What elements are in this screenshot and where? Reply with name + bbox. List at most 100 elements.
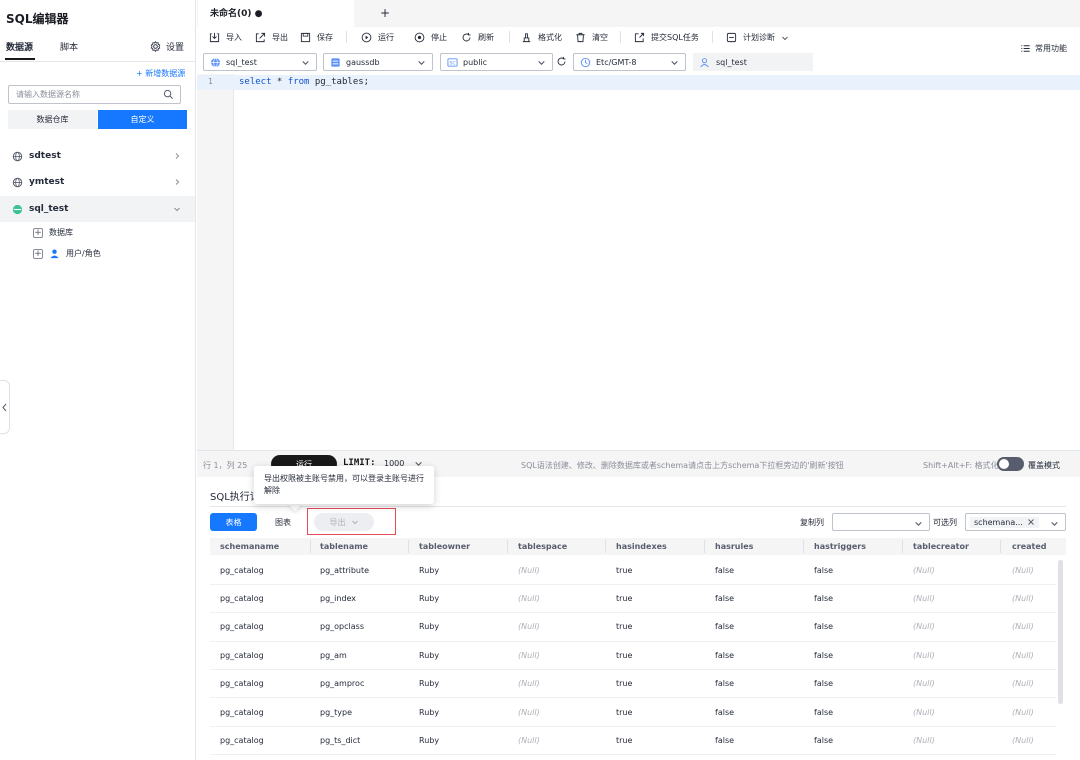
table-cell[interactable]: (Null) bbox=[913, 679, 935, 688]
column-header[interactable]: hasrules bbox=[715, 542, 753, 551]
column-resizer[interactable] bbox=[310, 540, 311, 553]
view-table-button[interactable]: 表格 bbox=[210, 513, 257, 531]
datasource-search-input[interactable] bbox=[9, 86, 159, 103]
table-cell[interactable]: (Null) bbox=[518, 679, 540, 688]
datasource-search[interactable] bbox=[8, 85, 181, 104]
table-cell[interactable]: pg_index bbox=[320, 594, 356, 603]
table-cell[interactable]: false bbox=[715, 622, 734, 631]
column-resizer[interactable] bbox=[507, 540, 508, 553]
table-cell[interactable]: true bbox=[616, 736, 632, 745]
table-cell[interactable]: (Null) bbox=[1012, 679, 1034, 688]
column-resizer[interactable] bbox=[803, 540, 804, 553]
expand-icon[interactable]: + bbox=[33, 248, 43, 259]
table-cell[interactable]: (Null) bbox=[913, 622, 935, 631]
schema-select[interactable]: SC public bbox=[440, 53, 553, 71]
table-cell[interactable]: false bbox=[814, 679, 833, 688]
column-header[interactable]: tablecreator bbox=[913, 542, 969, 551]
column-resizer[interactable] bbox=[1000, 540, 1001, 553]
optional-column-select[interactable]: schemana... bbox=[965, 513, 1066, 531]
table-cell[interactable]: (Null) bbox=[913, 736, 935, 745]
tab-script[interactable]: 脚本 bbox=[60, 40, 78, 53]
format-button[interactable]: 格式化 bbox=[521, 32, 562, 43]
import-button[interactable]: 导入 bbox=[209, 32, 242, 43]
user-select[interactable]: sql_test bbox=[693, 53, 813, 71]
datasource-item-sdtest[interactable]: sdtest bbox=[0, 143, 195, 169]
table-cell[interactable]: false bbox=[814, 566, 833, 575]
table-cell[interactable]: (Null) bbox=[1012, 708, 1034, 717]
table-cell[interactable]: pg_catalog bbox=[220, 566, 264, 575]
tree-item-users-roles[interactable]: + 用户/角色 bbox=[33, 248, 101, 259]
run-toolbar-button[interactable]: 运行 bbox=[361, 32, 394, 43]
table-cell[interactable]: false bbox=[814, 594, 833, 603]
sidebar-collapse-handle[interactable] bbox=[0, 380, 10, 434]
table-cell[interactable]: Ruby bbox=[419, 622, 439, 631]
table-cell[interactable]: true bbox=[616, 594, 632, 603]
table-cell[interactable]: Ruby bbox=[419, 736, 439, 745]
settings-button[interactable]: 设置 bbox=[150, 40, 184, 53]
table-cell[interactable]: pg_catalog bbox=[220, 622, 264, 631]
column-header[interactable]: tablespace bbox=[518, 542, 567, 551]
common-functions-button[interactable]: 常用功能 bbox=[1020, 43, 1067, 54]
table-cell[interactable]: (Null) bbox=[913, 566, 935, 575]
table-cell[interactable]: pg_am bbox=[320, 651, 347, 660]
table-cell[interactable]: pg_attribute bbox=[320, 566, 369, 575]
table-cell[interactable]: pg_opclass bbox=[320, 622, 364, 631]
table-cell[interactable]: false bbox=[715, 594, 734, 603]
save-button[interactable]: 保存 bbox=[300, 32, 333, 43]
table-cell[interactable]: pg_amproc bbox=[320, 679, 364, 688]
column-resizer[interactable] bbox=[902, 540, 903, 553]
code-line[interactable]: select * from pg_tables; bbox=[239, 77, 369, 87]
table-cell[interactable]: (Null) bbox=[913, 594, 935, 603]
table-cell[interactable]: false bbox=[814, 651, 833, 660]
table-cell[interactable]: true bbox=[616, 622, 632, 631]
tab-datasource[interactable]: 数据源 bbox=[6, 40, 33, 53]
table-cell[interactable]: (Null) bbox=[913, 651, 935, 660]
table-cell[interactable]: (Null) bbox=[518, 594, 540, 603]
table-cell[interactable]: pg_catalog bbox=[220, 736, 264, 745]
table-cell[interactable]: Ruby bbox=[419, 708, 439, 717]
clear-button[interactable]: 清空 bbox=[575, 32, 608, 43]
table-cell[interactable]: (Null) bbox=[518, 651, 540, 660]
segment-custom[interactable]: 自定义 bbox=[98, 110, 187, 129]
copy-column-select[interactable] bbox=[832, 513, 930, 531]
table-cell[interactable]: (Null) bbox=[518, 708, 540, 717]
column-header[interactable]: created bbox=[1012, 542, 1047, 551]
tree-item-database[interactable]: + 数据库 bbox=[33, 227, 73, 238]
new-datasource-link[interactable]: + 新增数据源 bbox=[136, 68, 185, 79]
stop-button[interactable]: 停止 bbox=[414, 32, 447, 43]
table-cell[interactable]: (Null) bbox=[518, 566, 540, 575]
column-resizer[interactable] bbox=[408, 540, 409, 553]
tab-untitled[interactable]: 未命名(0) ● bbox=[198, 0, 354, 27]
result-title[interactable]: SQL执行记 bbox=[210, 488, 260, 503]
table-cell[interactable]: true bbox=[616, 679, 632, 688]
table-cell[interactable]: Ruby bbox=[419, 594, 439, 603]
table-cell[interactable]: (Null) bbox=[913, 708, 935, 717]
column-header[interactable]: tableowner bbox=[419, 542, 470, 551]
table-cell[interactable]: pg_catalog bbox=[220, 651, 264, 660]
column-resizer[interactable] bbox=[605, 540, 606, 553]
table-cell[interactable]: (Null) bbox=[518, 736, 540, 745]
add-tab-button[interactable]: + bbox=[380, 6, 390, 20]
view-chart-button[interactable]: 图表 bbox=[261, 513, 305, 531]
table-cell[interactable]: pg_catalog bbox=[220, 679, 264, 688]
column-header[interactable]: hasindexes bbox=[616, 542, 667, 551]
table-cell[interactable]: pg_catalog bbox=[220, 708, 264, 717]
table-cell[interactable]: Ruby bbox=[419, 566, 439, 575]
datasource-item-sql-test[interactable]: sql_test bbox=[0, 196, 195, 222]
table-cell[interactable]: (Null) bbox=[518, 622, 540, 631]
table-cell[interactable]: Ruby bbox=[419, 679, 439, 688]
close-icon[interactable] bbox=[1027, 518, 1035, 526]
table-cell[interactable]: false bbox=[814, 708, 833, 717]
table-cell[interactable]: (Null) bbox=[1012, 622, 1034, 631]
table-cell[interactable]: false bbox=[715, 708, 734, 717]
export-toolbar-button[interactable]: 导出 bbox=[255, 32, 288, 43]
table-cell[interactable]: (Null) bbox=[1012, 594, 1034, 603]
table-cell[interactable]: (Null) bbox=[1012, 566, 1034, 575]
column-resizer[interactable] bbox=[704, 540, 705, 553]
column-header[interactable]: hastriggers bbox=[814, 542, 866, 551]
expand-icon[interactable]: + bbox=[33, 227, 43, 238]
timezone-select[interactable]: Etc/GMT-8 bbox=[573, 53, 686, 71]
table-cell[interactable]: false bbox=[814, 622, 833, 631]
table-cell[interactable]: Ruby bbox=[419, 651, 439, 660]
table-cell[interactable]: true bbox=[616, 708, 632, 717]
